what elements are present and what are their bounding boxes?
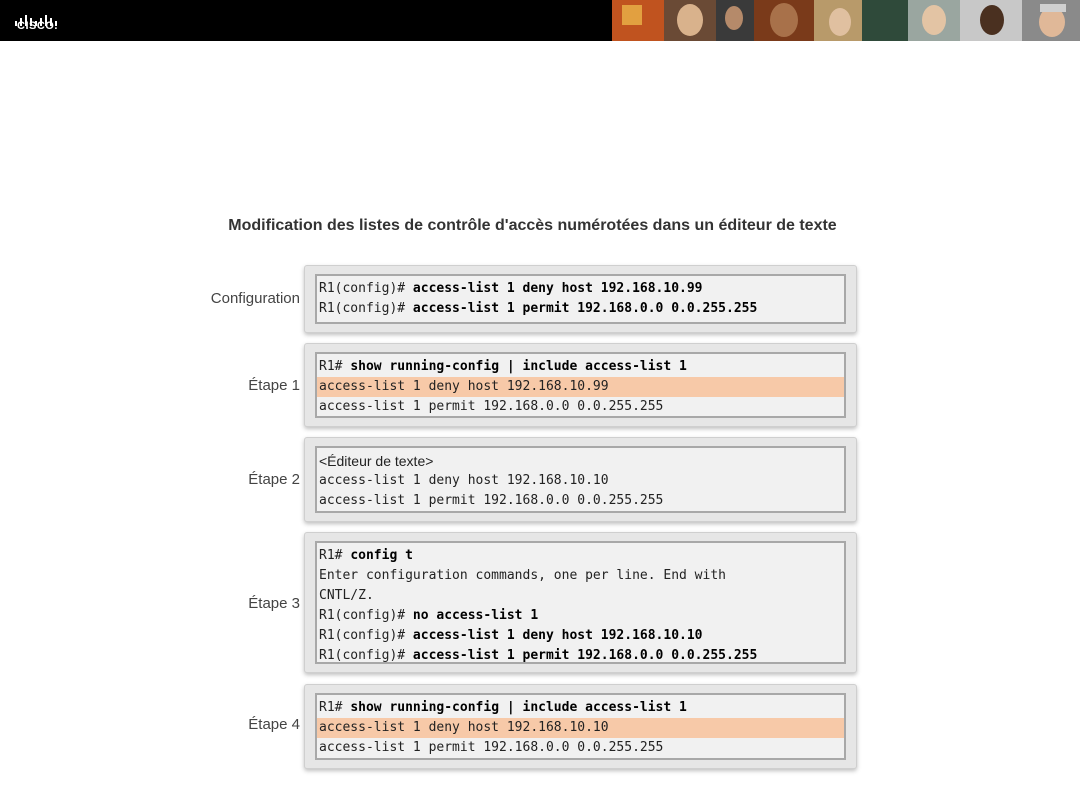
step-2-panel: <Éditeur de texte> access-list 1 deny ho… — [304, 437, 857, 522]
configuration-panel: R1(config)# access-list 1 deny host 192.… — [304, 265, 857, 333]
console-line: CNTL/Z. — [319, 588, 374, 603]
step-4-console: R1# show running-config | include access… — [315, 693, 846, 760]
console-line: access-list 1 permit 192.168.0.0 0.0.255… — [319, 399, 664, 414]
console-line: R1# show running-config | include access… — [319, 359, 687, 374]
step-2-label: Étape 2 — [248, 471, 300, 488]
step-3-panel: R1# config t Enter configuration command… — [304, 532, 857, 673]
console-line: R1(config)# access-list 1 deny host 192.… — [319, 281, 703, 296]
console-line: access-list 1 permit 192.168.0.0 0.0.255… — [319, 493, 664, 508]
cisco-logo-text: CISCO. — [17, 20, 58, 32]
figure-title: Modification des listes de contrôle d'ac… — [228, 217, 837, 234]
people-photo-strip — [612, 0, 1080, 41]
console-line: R1(config)# no access-list 1 — [319, 608, 539, 623]
console-line: R1# show running-config | include access… — [319, 700, 687, 715]
console-line: Enter configuration commands, one per li… — [319, 568, 726, 583]
step-2-text-editor: <Éditeur de texte> access-list 1 deny ho… — [315, 446, 846, 513]
console-line: access-list 1 permit 192.168.0.0 0.0.255… — [319, 740, 664, 755]
step-3-label: Étape 3 — [248, 595, 300, 612]
step-3-console: R1# config t Enter configuration command… — [315, 541, 846, 664]
console-line: access-list 1 deny host 192.168.10.10 — [319, 473, 609, 488]
configuration-console: R1(config)# access-list 1 deny host 192.… — [315, 274, 846, 324]
console-line: R1(config)# access-list 1 permit 192.168… — [319, 301, 758, 316]
console-line: R1(config)# access-list 1 permit 192.168… — [319, 648, 758, 663]
step-1-console: R1# show running-config | include access… — [315, 352, 846, 418]
step-1-label: Étape 1 — [248, 377, 300, 394]
console-line: R1# config t — [319, 548, 413, 563]
step-1-panel: R1# show running-config | include access… — [304, 343, 857, 427]
highlighted-console-line: access-list 1 deny host 192.168.10.10 — [317, 718, 844, 738]
console-line: R1(config)# access-list 1 deny host 192.… — [319, 628, 703, 643]
text-editor-caption: <Éditeur de texte> — [319, 453, 434, 469]
configuration-label: Configuration — [210, 290, 300, 307]
step-4-label: Étape 4 — [248, 716, 300, 733]
highlighted-console-line: access-list 1 deny host 192.168.10.99 — [317, 377, 844, 397]
step-4-panel: R1# show running-config | include access… — [304, 684, 857, 769]
header-bar: CISCO. — [0, 0, 1080, 41]
